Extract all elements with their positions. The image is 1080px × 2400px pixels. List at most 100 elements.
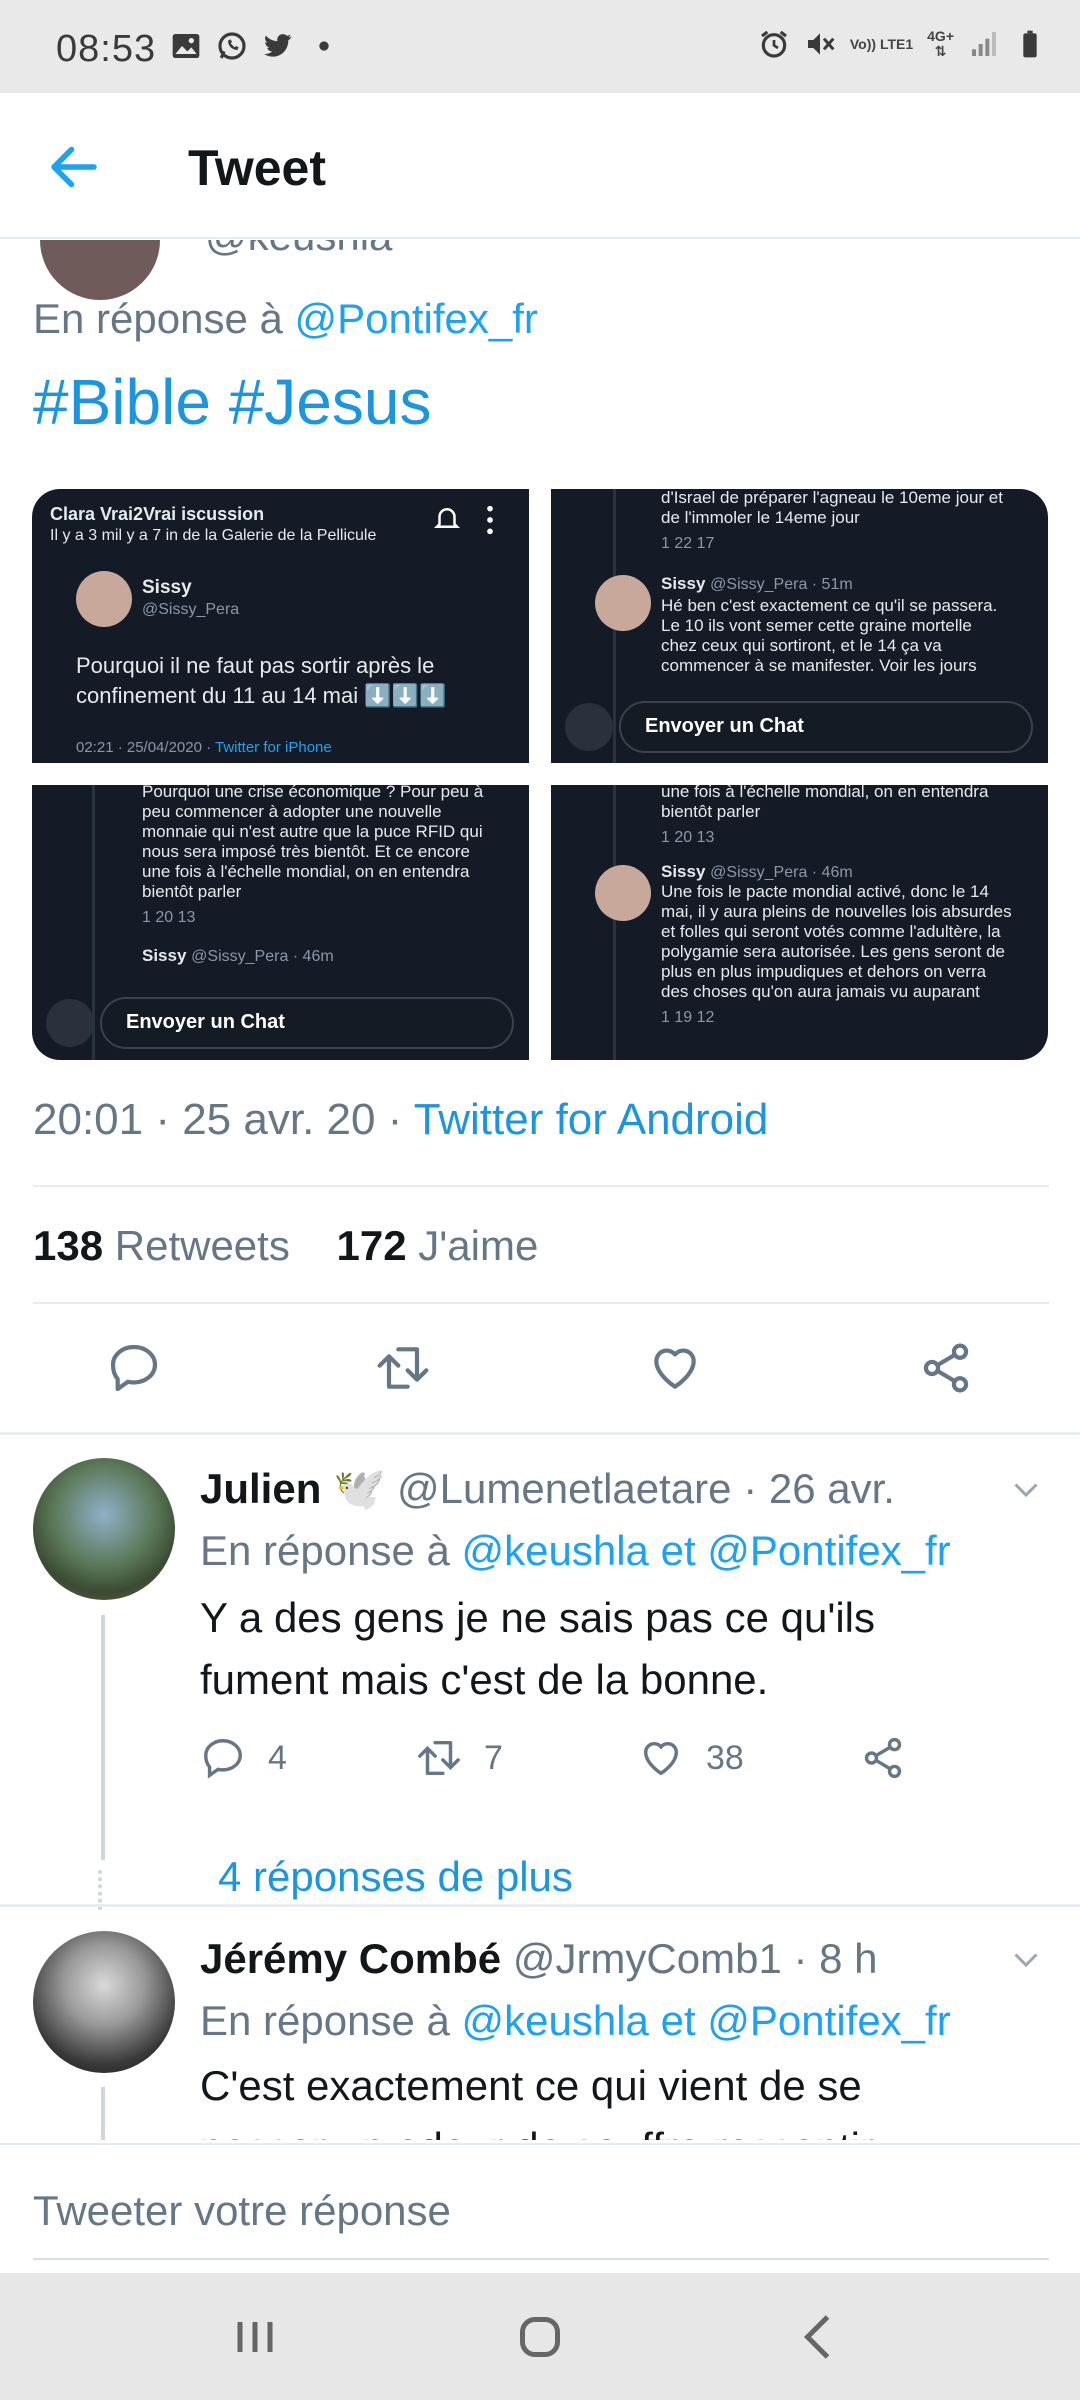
media-image-4[interactable]: une fois à l'échelle mondial, on en ente… <box>551 785 1048 1060</box>
retweets-stat[interactable]: 138 Retweets <box>33 1222 290 1269</box>
network-4g-label: 4G+ <box>927 28 954 44</box>
image-text: commencer à se manifester. Voir les jour… <box>661 656 977 675</box>
reply-like-action[interactable]: 38 <box>638 1735 744 1781</box>
image-text: monnaie qui n'est autre que la puce RFID… <box>142 822 483 841</box>
image-text: une fois à l'échelle mondial, on en ente… <box>142 862 470 881</box>
thread-line <box>101 2087 105 2140</box>
back-nav-icon[interactable] <box>790 2307 850 2367</box>
reply-count: 4 <box>268 1738 287 1777</box>
reply-context: En réponse à @Pontifex_fr <box>33 295 538 343</box>
tweet-detail: @keushla En réponse à @Pontifex_fr #Bibl… <box>0 240 1080 2140</box>
reply-retweet-action[interactable]: 7 <box>416 1735 503 1781</box>
media-image-1[interactable]: Clara Vrai2Vrai iscussion Il y a 3 mil y… <box>32 489 529 763</box>
tweet-actions <box>0 1310 1080 1428</box>
retweets-label: Retweets <box>114 1222 290 1269</box>
reply-avatar[interactable] <box>33 1458 175 1600</box>
dove-emoji: 🕊️ <box>333 1465 386 1512</box>
share-icon[interactable] <box>918 1340 974 1396</box>
reply-prefix: En réponse à <box>33 295 295 342</box>
image-text: mai, il y aura pleins de nouvelles lois … <box>661 902 1012 921</box>
reply-actions: 4 7 38 <box>200 1735 960 1795</box>
chevron-down-icon[interactable] <box>1008 1941 1044 1977</box>
alarm-icon <box>760 30 787 58</box>
image-text: bientôt parler <box>142 882 242 901</box>
reply-author-handle[interactable]: @Lumenetlaetare · 26 avr. <box>397 1465 895 1512</box>
engagement-stats: 138 Retweets 172 J'aime <box>33 1222 538 1270</box>
image-text: polygamie sera autorisée. Les gens seron… <box>661 942 1005 961</box>
author-avatar[interactable] <box>40 240 160 300</box>
back-arrow-icon[interactable] <box>44 137 104 197</box>
image-text: Il y a 3 mil y a 7 in de la Galerie de l… <box>50 527 377 544</box>
more-icon <box>487 505 493 535</box>
reply-mentions[interactable]: @keushla et @Pontifex_fr <box>462 1997 951 2044</box>
image-avatar <box>595 575 651 631</box>
chevron-down-icon[interactable] <box>1008 1471 1044 1507</box>
reply-reply-action[interactable]: 4 <box>200 1735 287 1781</box>
reply-icon[interactable] <box>106 1340 162 1396</box>
source-link[interactable]: Twitter for Android <box>414 1095 769 1144</box>
reply-text-line: C'est exactement ce qui vient de se <box>200 2062 862 2109</box>
share-icon <box>864 1737 902 1779</box>
divider <box>33 1185 1049 1187</box>
reply-icon <box>204 1739 242 1779</box>
more-replies-link[interactable]: 4 réponses de plus <box>218 1853 573 1901</box>
mute-icon <box>807 33 835 55</box>
image-text: et folles qui seront votés comme l'adult… <box>661 922 1001 941</box>
input-underline <box>33 2258 1049 2260</box>
image-text: Le 10 ils vont semer cette graine mortel… <box>661 616 972 635</box>
media-image-2[interactable]: d'Israel de préparer l'agneau le 10eme j… <box>551 489 1048 763</box>
likes-count: 172 <box>336 1222 407 1269</box>
reply-author-name[interactable]: Julien <box>200 1465 321 1512</box>
status-bar: 08:53 Vo)) LTE1 4G+ ⇅ <box>0 0 1080 93</box>
image-text: de l'immoler le 14eme jour <box>661 508 860 527</box>
reply-composer[interactable]: Tweeter votre réponse <box>0 2143 1080 2270</box>
image-text: Sissy <box>142 577 192 598</box>
image-avatar <box>595 865 651 921</box>
reply-author-name[interactable]: Jérémy Combé <box>200 1935 501 1982</box>
tweet-timestamp: 20:01 · 25 avr. 20 · Twitter for Android <box>33 1095 768 1145</box>
reply-avatar[interactable] <box>33 1931 175 2073</box>
timestamp-text: 20:01 · 25 avr. 20 · <box>33 1095 414 1144</box>
image-text: chez ceux qui sortiront, et le 14 ça va <box>661 636 942 655</box>
author-handle[interactable]: @keushla <box>205 240 392 260</box>
retweet-count: 7 <box>484 1738 503 1777</box>
image-text: 02:21 · 25/04/2020 · <box>76 739 215 756</box>
notification-icons <box>170 30 340 62</box>
camera-icon <box>46 999 94 1047</box>
retweet-icon <box>418 1740 460 1776</box>
image-text: 1 20 13 <box>142 909 196 926</box>
reply-share-action[interactable] <box>860 1735 906 1781</box>
reply-mention-link[interactable]: @Pontifex_fr <box>295 295 538 342</box>
reply-mentions[interactable]: @keushla et @Pontifex_fr <box>462 1527 951 1574</box>
image-avatar <box>76 571 132 627</box>
thread-line <box>101 1615 105 1860</box>
signal-icon <box>972 32 996 56</box>
tweet-text[interactable]: #Bible #Jesus <box>33 365 431 439</box>
media-grid: Clara Vrai2Vrai iscussion Il y a 3 mil y… <box>32 489 1048 1060</box>
media-image-3[interactable]: Pourquoi une crise économique ? Pour peu… <box>32 785 529 1060</box>
image-text: @Sissy_Pera · 46m <box>191 948 334 965</box>
retweets-count: 138 <box>33 1222 104 1269</box>
like-icon[interactable] <box>647 1340 703 1396</box>
reply-input[interactable]: Tweeter votre réponse <box>33 2187 451 2235</box>
network-4g: 4G+ ⇅ <box>927 28 954 59</box>
image-text: peu commencer à adopter une nouvelle <box>142 802 442 821</box>
image-text: Une fois le pacte mondial activé, donc l… <box>661 882 989 901</box>
image-text: 1 22 17 <box>661 535 715 552</box>
image-text: Envoyer un Chat <box>619 701 1033 753</box>
image-text: Clara Vrai2Vrai iscussion <box>50 504 265 524</box>
battery-icon <box>1023 30 1037 58</box>
twitter-icon <box>264 34 292 57</box>
reply-tweet[interactable]: Jérémy Combé @JrmyComb1 · 8 h En réponse… <box>0 1907 1080 2140</box>
likes-stat[interactable]: 172 J'aime <box>337 1222 539 1269</box>
image-text: Pourquoi il ne faut pas sortir après le <box>76 653 435 678</box>
image-text: confinement du 11 au 14 mai ⬇️⬇️⬇️ <box>76 683 447 708</box>
home-icon[interactable] <box>510 2307 570 2367</box>
retweet-icon[interactable] <box>375 1340 431 1396</box>
reply-author-handle[interactable]: @JrmyComb1 · 8 h <box>513 1935 878 1982</box>
system-nav-bar <box>0 2273 1080 2400</box>
recents-icon[interactable] <box>225 2307 285 2367</box>
network-label: Vo)) LTE1 <box>849 35 914 52</box>
image-text: Sissy <box>661 574 706 593</box>
image-text: bientôt parler <box>661 802 761 821</box>
